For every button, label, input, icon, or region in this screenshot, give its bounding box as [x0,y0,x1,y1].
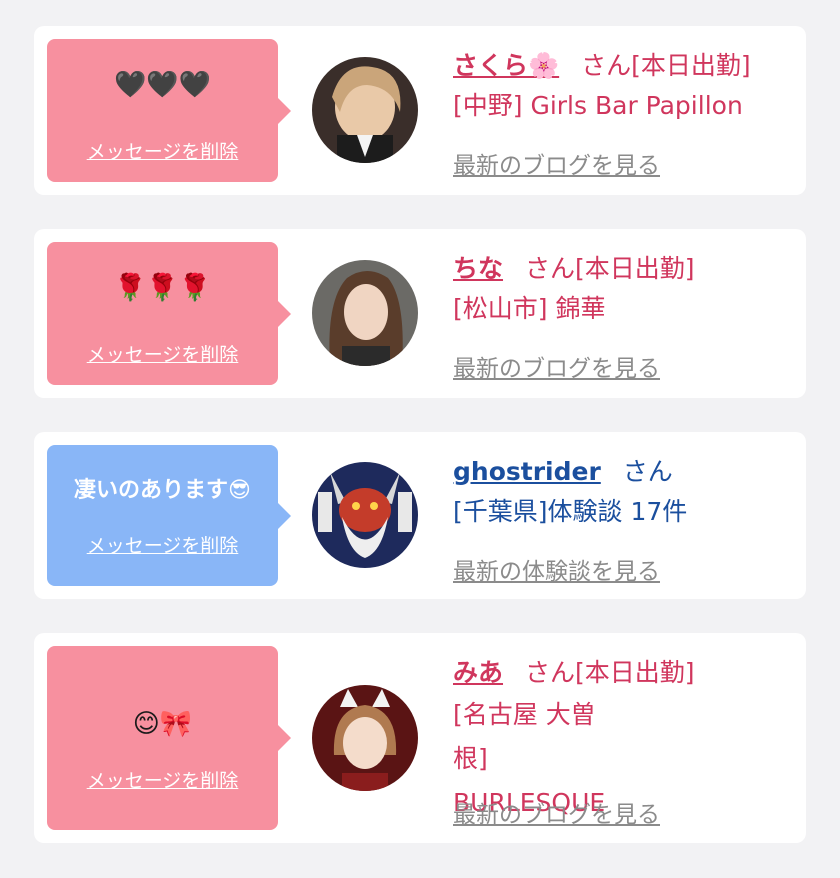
user-name-link[interactable]: ghostrider [453,457,601,486]
user-name-link[interactable]: みあ [453,658,503,687]
user-status: さん [622,457,673,486]
user-status: さん[本日出勤] [525,658,695,687]
message-bubble: 🖤🖤🖤 メッセージを削除 [47,39,291,182]
user-info: ちな さん[本日出勤] [松山市] 錦華 最新のブログを見る [453,229,793,398]
message-card: 🖤🖤🖤 メッセージを削除 さくら🌸 さん[本日出勤] [中野] Girls Bar… [34,26,806,195]
message-text: 凄いのあります😎 [74,478,251,503]
shop-name: [中野] Girls Bar Papillon [453,91,743,120]
message-bubble: 🌹🌹🌹 メッセージを削除 [47,242,291,385]
avatar[interactable] [312,685,418,791]
user-info: みあ さん[本日出勤] [名古屋 大曽根] BURLESQUE 最新のブログを見る [453,633,793,843]
review-info: [千葉県]体験談 17件 [453,497,688,526]
message-bubble: 凄いのあります😎 メッセージを削除 [47,445,291,586]
message-text: 😊🎀 [132,709,193,739]
user-name-link[interactable]: ちな [453,254,503,283]
message-text: 🌹🌹🌹 [113,273,212,303]
message-card: 凄いのあります😎 メッセージを削除 ghostrider さん [千葉県]体験談 … [34,432,806,599]
user-status: さん[本日出勤] [581,51,751,80]
delete-message-link[interactable]: メッセージを削除 [47,766,278,793]
latest-blog-link[interactable]: 最新のブログを見る [453,795,660,829]
user-info: ghostrider さん [千葉県]体験談 17件 最新の体験談を見る [453,432,793,599]
avatar[interactable] [312,462,418,568]
user-status: さん[本日出勤] [525,254,695,283]
avatar[interactable] [312,260,418,366]
delete-message-link[interactable]: メッセージを削除 [47,340,278,367]
latest-blog-link[interactable]: 最新のブログを見る [453,349,660,383]
message-list: 🖤🖤🖤 メッセージを削除 さくら🌸 さん[本日出勤] [中野] Girls Bar… [0,0,840,878]
avatar[interactable] [312,57,418,163]
message-card: 😊🎀 メッセージを削除 みあ さん[本日出勤] [名古屋 大曽根] BURLESQ… [34,633,806,843]
shop-name: [松山市] 錦華 [453,294,606,323]
delete-message-link[interactable]: メッセージを削除 [47,137,278,164]
message-card: 🌹🌹🌹 メッセージを削除 ちな さん[本日出勤] [松山市] 錦華 最新のブログを… [34,229,806,398]
message-text: 🖤🖤🖤 [113,70,212,100]
latest-blog-link[interactable]: 最新のブログを見る [453,146,660,180]
message-bubble: 😊🎀 メッセージを削除 [47,646,291,830]
latest-review-link[interactable]: 最新の体験談を見る [453,552,660,586]
user-name-link[interactable]: さくら🌸 [453,51,559,80]
user-info: さくら🌸 さん[本日出勤] [中野] Girls Bar Papillon 最新の… [453,26,793,195]
delete-message-link[interactable]: メッセージを削除 [47,531,278,558]
